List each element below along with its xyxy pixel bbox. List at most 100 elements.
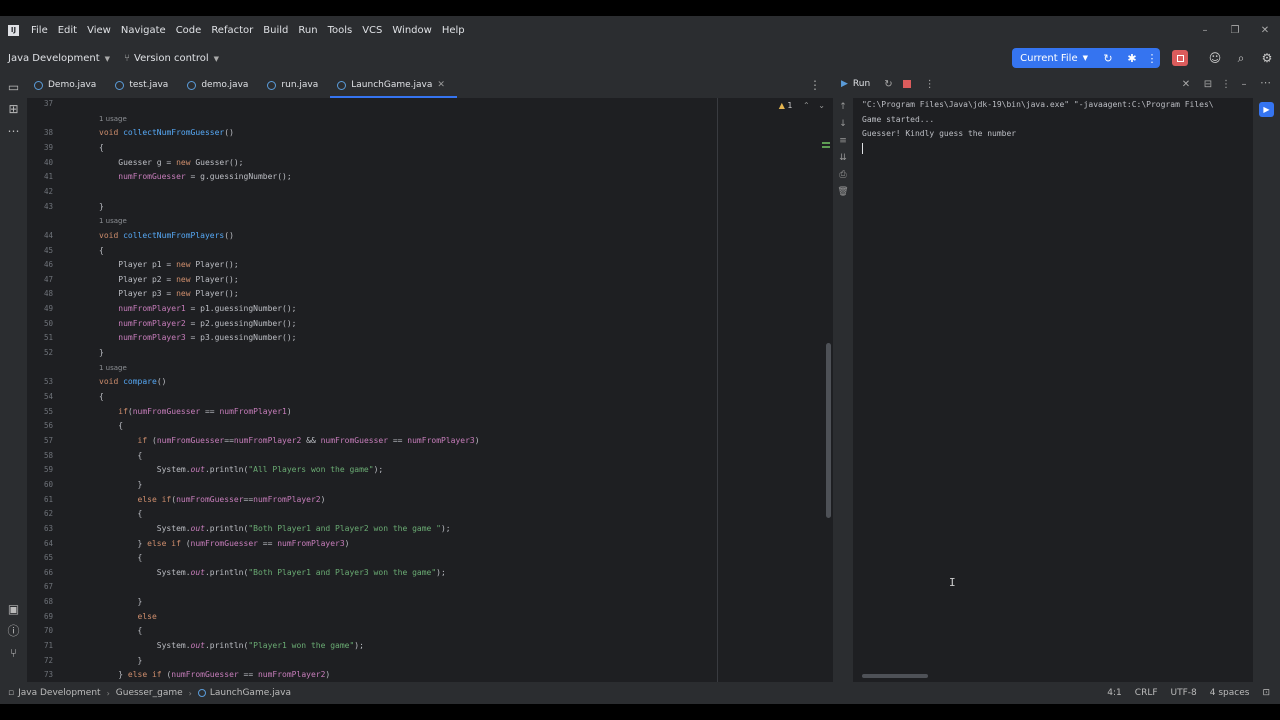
- breadcrumb-file[interactable]: LaunchGame.java: [210, 688, 291, 698]
- console-scrollbar[interactable]: [862, 674, 928, 678]
- line-number[interactable]: 52: [27, 348, 53, 357]
- more-icon[interactable]: ⋮: [925, 79, 935, 90]
- line-number[interactable]: 66: [27, 568, 53, 577]
- print-icon[interactable]: ⎙: [839, 170, 846, 183]
- line-number[interactable]: 45: [27, 246, 53, 255]
- notifications-icon[interactable]: ⋯: [1260, 76, 1271, 89]
- git-icon[interactable]: ⑂: [7, 646, 21, 660]
- editor-scrollbar[interactable]: [826, 343, 831, 518]
- line-number[interactable]: 54: [27, 392, 53, 401]
- tab-launchgame-java[interactable]: LaunchGame.java ✕: [330, 72, 457, 98]
- terminal-icon[interactable]: ▣: [7, 602, 21, 616]
- line-number[interactable]: 60: [27, 480, 53, 489]
- line-number[interactable]: 53: [27, 377, 53, 386]
- line-number[interactable]: 46: [27, 260, 53, 269]
- line-number[interactable]: 73: [27, 670, 53, 679]
- line-number[interactable]: 67: [27, 582, 53, 591]
- menu-refactor[interactable]: Refactor: [211, 25, 253, 36]
- line-number[interactable]: 62: [27, 509, 53, 518]
- caret-position[interactable]: 4:1: [1107, 688, 1121, 698]
- tab-demo-java[interactable]: Demo.java: [27, 72, 108, 98]
- line-number[interactable]: 41: [27, 172, 53, 181]
- code-editor[interactable]: 37 1 usage 38 void collectNumFromGuesser() 3…: [27, 98, 833, 682]
- line-number[interactable]: 40: [27, 158, 53, 167]
- more-tools-icon[interactable]: ⋯: [7, 124, 21, 138]
- more-actions-button[interactable]: ⋮: [1144, 48, 1160, 68]
- menu-file[interactable]: File: [31, 25, 48, 36]
- trash-icon[interactable]: 🗑: [837, 187, 848, 200]
- tab-test-java[interactable]: test.java: [108, 72, 180, 98]
- line-number[interactable]: 50: [27, 319, 53, 328]
- close-window-icon[interactable]: ✕: [1250, 25, 1280, 36]
- close-tab-icon[interactable]: ✕: [437, 80, 445, 90]
- hide-icon[interactable]: –: [1235, 79, 1253, 90]
- menu-build[interactable]: Build: [263, 25, 288, 36]
- options-icon[interactable]: ⋮: [1217, 79, 1235, 90]
- menu-help[interactable]: Help: [442, 25, 465, 36]
- line-number[interactable]: 48: [27, 289, 53, 298]
- menu-window[interactable]: Window: [392, 25, 431, 36]
- line-number[interactable]: 61: [27, 495, 53, 504]
- line-number[interactable]: 56: [27, 421, 53, 430]
- indent-setting[interactable]: 4 spaces: [1210, 688, 1250, 698]
- soft-wrap-icon[interactable]: ≡: [839, 136, 847, 149]
- menu-code[interactable]: Code: [176, 25, 202, 36]
- line-number[interactable]: 57: [27, 436, 53, 445]
- menu-navigate[interactable]: Navigate: [121, 25, 166, 36]
- arrow-down-icon[interactable]: ↓: [839, 119, 847, 132]
- search-icon[interactable]: ⌕: [1228, 51, 1254, 66]
- line-number[interactable]: 59: [27, 465, 53, 474]
- line-number[interactable]: 38: [27, 128, 53, 137]
- breadcrumb-project[interactable]: Java Development: [18, 688, 100, 698]
- project-folder-icon[interactable]: ▭: [7, 80, 21, 94]
- line-number[interactable]: 64: [27, 539, 53, 548]
- line-number[interactable]: 47: [27, 275, 53, 284]
- minimize-icon[interactable]: –: [1190, 25, 1220, 36]
- restore-icon[interactable]: ❐: [1220, 25, 1250, 36]
- lock-icon[interactable]: ⊡: [1262, 688, 1270, 698]
- line-number[interactable]: 37: [27, 99, 53, 108]
- line-number[interactable]: 65: [27, 553, 53, 562]
- debug-button[interactable]: ✱: [1120, 48, 1144, 68]
- tab-demo2-java[interactable]: demo.java: [180, 72, 260, 98]
- version-control-selector[interactable]: ⑂ Version control ▼: [124, 53, 219, 64]
- rerun-button[interactable]: ↻: [1096, 48, 1120, 68]
- rerun-icon[interactable]: ↻: [884, 79, 892, 90]
- tab-run-java[interactable]: run.java: [260, 72, 330, 98]
- line-number[interactable]: 43: [27, 202, 53, 211]
- line-number[interactable]: 72: [27, 656, 53, 665]
- file-encoding[interactable]: UTF-8: [1171, 688, 1197, 698]
- run-config-selector[interactable]: Current File ▼: [1012, 48, 1096, 68]
- stop-icon[interactable]: [902, 80, 911, 88]
- settings-gear-icon[interactable]: ⚙: [1254, 51, 1280, 65]
- line-number[interactable]: 68: [27, 597, 53, 606]
- line-number[interactable]: 70: [27, 626, 53, 635]
- close-icon[interactable]: ✕: [1177, 79, 1195, 90]
- inspection-widget[interactable]: ▲ 1 ⌃ ⌄: [779, 101, 825, 110]
- run-tab[interactable]: ▶ Run: [841, 79, 870, 89]
- run-console[interactable]: "C:\Program Files\Java\jdk-19\bin\java.e…: [853, 98, 1253, 682]
- structure-icon[interactable]: ⊞: [7, 102, 21, 116]
- line-number[interactable]: 69: [27, 612, 53, 621]
- line-number[interactable]: 39: [27, 143, 53, 152]
- menu-run[interactable]: Run: [298, 25, 317, 36]
- run-tool-icon[interactable]: ▶: [1259, 102, 1274, 117]
- menu-vcs[interactable]: VCS: [362, 25, 382, 36]
- line-number[interactable]: 63: [27, 524, 53, 533]
- line-number[interactable]: 44: [27, 231, 53, 240]
- line-number[interactable]: 42: [27, 187, 53, 196]
- stop-button[interactable]: [1172, 50, 1188, 66]
- menu-tools[interactable]: Tools: [328, 25, 353, 36]
- menu-view[interactable]: View: [87, 25, 111, 36]
- arrow-up-icon[interactable]: ↑: [839, 102, 847, 115]
- line-number[interactable]: 51: [27, 333, 53, 342]
- breadcrumb-folder[interactable]: Guesser_game: [116, 688, 183, 698]
- problems-icon[interactable]: ⓘ: [7, 624, 21, 638]
- scroll-to-end-icon[interactable]: ⇊: [839, 153, 847, 166]
- tabs-more-icon[interactable]: ⋮: [809, 78, 821, 92]
- line-separator[interactable]: CRLF: [1135, 688, 1158, 698]
- project-selector[interactable]: Java Development ▼: [8, 53, 110, 64]
- layout-icon[interactable]: ⊟: [1199, 79, 1217, 90]
- account-icon[interactable]: ☺: [1202, 51, 1228, 65]
- line-number[interactable]: 49: [27, 304, 53, 313]
